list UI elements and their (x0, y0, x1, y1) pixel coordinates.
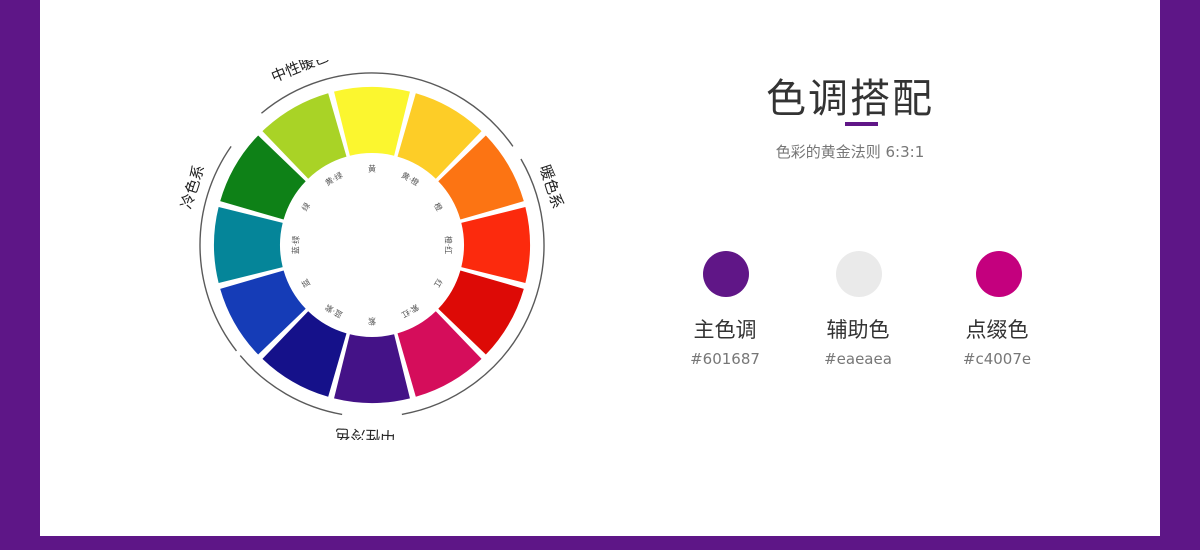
wheel-segment-label: 橙·红 (444, 236, 454, 255)
wheel-group-label: 冷色系 (177, 163, 208, 211)
wheel-segment-label: 紫 (368, 317, 376, 326)
wheel-segment (334, 334, 410, 403)
wheel-segment (461, 207, 530, 283)
secondary-swatch-name: 辅助色 (826, 318, 890, 342)
title-underline (845, 122, 878, 126)
accent-swatch-hex: #c4007e (962, 350, 1032, 368)
accent-swatch (976, 251, 1022, 297)
secondary-swatch (836, 251, 882, 297)
wheel-segment (214, 207, 283, 283)
primary-swatch-hex: #601687 (690, 350, 760, 368)
wheel-group-label: 中性冷色 (335, 425, 396, 440)
page-subtitle: 色彩的黄金法则 6:3:1 (775, 143, 925, 161)
wheel-group-label: 中性暖色 (269, 60, 331, 86)
wheel-center (284, 157, 460, 333)
color-wheel: 黄黄·橙橙橙·红红紫·红紫蓝·紫蓝蓝·绿绿黄·绿 中性暖色 暖色系 冷色系 中性冷色 (165, 60, 575, 440)
wheel-group-label: 暖色系 (536, 163, 567, 211)
wheel-segment-label: 蓝·绿 (291, 236, 301, 255)
page-title: 色调搭配 (766, 76, 934, 122)
wheel-segment-label: 黄 (368, 164, 376, 174)
primary-swatch (703, 251, 749, 297)
wheel-segment (334, 87, 410, 156)
primary-swatch-name: 主色调 (693, 318, 757, 342)
color-wheel-graphic: 黄黄·橙橙橙·红红紫·红紫蓝·紫蓝蓝·绿绿黄·绿中性暖色暖色系冷色系中性冷色 (177, 60, 567, 440)
secondary-swatch-hex: #eaeaea (824, 350, 892, 368)
accent-swatch-name: 点缀色 (965, 318, 1029, 342)
